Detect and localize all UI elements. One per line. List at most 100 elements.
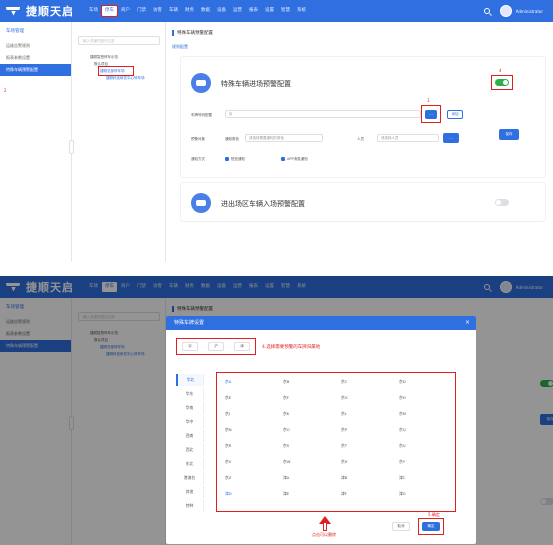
sidebar-item[interactable]: 运维告警规则 bbox=[0, 40, 71, 52]
plate-cell[interactable]: 京J bbox=[225, 411, 230, 417]
person-add-button[interactable]: … bbox=[443, 133, 459, 143]
plate-cell[interactable]: 京V bbox=[225, 459, 231, 465]
app-checkbox[interactable]: APP消息通知 bbox=[281, 157, 308, 162]
plate-cell[interactable]: 京L bbox=[341, 411, 347, 417]
plate-label: 车牌号码配置 bbox=[191, 113, 212, 117]
nav-item[interactable]: 商户 bbox=[118, 6, 133, 16]
nav-item[interactable]: 访客 bbox=[150, 6, 165, 16]
plate-cell[interactable]: 京G bbox=[341, 395, 348, 401]
main-content: 特殊车辆预警配置 规则配置 特殊车辆进场预警配置 4 车牌号码配置 京 … 3 … bbox=[166, 22, 553, 262]
highlight-box bbox=[418, 518, 444, 535]
save-button[interactable]: 保存 bbox=[499, 129, 519, 140]
nav-item[interactable]: 车辆 bbox=[166, 6, 181, 16]
nav-item[interactable]: 车场 bbox=[86, 6, 101, 16]
plate-cell[interactable]: 津E bbox=[283, 491, 289, 497]
close-icon[interactable]: × bbox=[465, 316, 470, 330]
avatar[interactable] bbox=[499, 5, 512, 17]
nav-item[interactable]: 系统 bbox=[294, 6, 309, 16]
step-mark: 3 bbox=[427, 98, 430, 103]
nav-item[interactable]: 设置 bbox=[262, 6, 277, 16]
role-label: 通知角色 bbox=[225, 137, 239, 141]
tab-rules[interactable]: 规则配置 bbox=[172, 44, 188, 50]
region-tab[interactable]: 华中 bbox=[176, 416, 204, 428]
plate-cell[interactable]: 京A bbox=[225, 379, 231, 385]
plate-cell[interactable]: 京W bbox=[283, 459, 291, 465]
highlight-box bbox=[98, 66, 134, 76]
plate-cell[interactable]: 京R bbox=[225, 443, 231, 449]
cancel-button[interactable]: 取消 bbox=[392, 522, 410, 531]
plate-cell[interactable]: 津D bbox=[225, 491, 232, 497]
tree-search-input[interactable]: 输入关键词进行过滤 bbox=[78, 36, 160, 45]
sidebar-item-active[interactable]: 特殊车辆预警配置 bbox=[0, 64, 71, 76]
selected-plate-chip[interactable]: 津 bbox=[234, 342, 250, 351]
nav-item[interactable]: 数据 bbox=[198, 6, 213, 16]
step-mark: 2 bbox=[4, 88, 7, 93]
plate-cell[interactable]: 京S bbox=[283, 443, 289, 449]
collapse-handle[interactable] bbox=[69, 140, 74, 154]
nav-item[interactable]: 设备 bbox=[214, 6, 229, 16]
username[interactable]: Administrator bbox=[516, 9, 543, 14]
card-restricted-area: 进出场区车辆入场预警配置 bbox=[180, 182, 546, 222]
plate-cell[interactable]: 京U bbox=[399, 443, 406, 449]
plate-cell[interactable]: 京O bbox=[283, 427, 290, 433]
sidebar-item[interactable]: 报表参数设置 bbox=[0, 52, 71, 64]
plate-cell[interactable]: 京P bbox=[341, 427, 347, 433]
plate-cell[interactable]: 京Q bbox=[399, 427, 406, 433]
enable-toggle[interactable] bbox=[495, 199, 509, 206]
plate-cell[interactable]: 京M bbox=[399, 411, 406, 417]
plate-modal: 特殊车牌设置 × 京 沪 津 4.选择需要预警的车牌归属地 华北 华东 华南 华… bbox=[166, 316, 476, 544]
plate-cell[interactable]: 京F bbox=[283, 395, 289, 401]
plate-cell[interactable]: 津C bbox=[399, 475, 405, 481]
plate-input[interactable]: 京 bbox=[225, 110, 421, 118]
plate-cell[interactable]: 津A bbox=[283, 475, 289, 481]
region-tab[interactable]: 港澳台 bbox=[176, 472, 204, 484]
nav-item-active[interactable]: 停车 bbox=[101, 5, 118, 17]
region-tab[interactable]: 华北 bbox=[176, 374, 204, 386]
nav-item[interactable]: 财务 bbox=[182, 6, 197, 16]
screenshot-plate-modal: 捷顺天启 车场 停车 商户 门禁 访客 车辆 财务 数据 设备 运营 报表 设置… bbox=[0, 276, 553, 545]
plate-cell[interactable]: 京Y bbox=[399, 459, 405, 465]
search-icon[interactable] bbox=[483, 8, 490, 14]
region-tab[interactable]: 西北 bbox=[176, 444, 204, 456]
nav-item[interactable]: 门禁 bbox=[134, 6, 149, 16]
sidebar: 车场管理 运维告警规则 报表参数设置 特殊车辆预警配置 2 bbox=[0, 22, 72, 262]
plate-cell[interactable]: 京K bbox=[283, 411, 289, 417]
plate-cell[interactable]: 京X bbox=[341, 459, 347, 465]
person-select[interactable]: 请选择人员 bbox=[377, 134, 439, 142]
tree-panel: 输入关键词进行过滤 捷顺智慧停车示范 默认项目 捷顺总部停车场 捷顺科技研发中心… bbox=[69, 22, 166, 262]
sidebar-title[interactable]: 车场管理 bbox=[0, 22, 71, 40]
tree-node[interactable]: 捷顺科技研发中心停车场 bbox=[106, 76, 145, 81]
plate-cell[interactable]: 京H bbox=[399, 395, 406, 401]
logo-icon bbox=[6, 6, 22, 16]
plate-cell[interactable]: 京D bbox=[399, 379, 406, 385]
nav-item[interactable]: 运营 bbox=[230, 6, 245, 16]
selected-plate-chip[interactable]: 沪 bbox=[208, 342, 224, 351]
nav-item[interactable]: 智慧 bbox=[278, 6, 293, 16]
region-tab[interactable]: 东北 bbox=[176, 458, 204, 470]
top-nav: 车场 停车 商户 门禁 访客 车辆 财务 数据 设备 运营 报表 设置 智慧 系… bbox=[86, 5, 310, 17]
role-select[interactable]: 请选择需要通知的角色 bbox=[245, 134, 323, 142]
notify-label: 预警对象 bbox=[191, 137, 205, 141]
region-tab[interactable]: 特种 bbox=[176, 500, 204, 512]
nav-item[interactable]: 报表 bbox=[246, 6, 261, 16]
checkbox-icon bbox=[281, 157, 285, 161]
plate-cell[interactable]: 津B bbox=[341, 475, 347, 481]
plate-cell[interactable]: 津F bbox=[341, 491, 347, 497]
region-tab[interactable]: 西南 bbox=[176, 430, 204, 442]
sms-label: 短信通知 bbox=[231, 157, 245, 161]
arrow-stem bbox=[323, 523, 327, 531]
plate-add-button[interactable]: 添加 bbox=[447, 110, 463, 119]
region-tab[interactable]: 其他 bbox=[176, 486, 204, 498]
plate-cell[interactable]: 京E bbox=[225, 395, 231, 401]
region-tab[interactable]: 华南 bbox=[176, 402, 204, 414]
plate-cell[interactable]: 京C bbox=[341, 379, 347, 385]
plate-cell[interactable]: 京T bbox=[341, 443, 347, 449]
sms-checkbox[interactable]: 短信通知 bbox=[225, 157, 245, 162]
selected-plate-chip[interactable]: 京 bbox=[182, 342, 198, 351]
plate-cell[interactable]: 京N bbox=[225, 427, 232, 433]
plate-cell[interactable]: 京Z bbox=[225, 475, 231, 481]
region-tab[interactable]: 华东 bbox=[176, 388, 204, 400]
plate-cell[interactable]: 津G bbox=[399, 491, 406, 497]
tree-node[interactable]: 捷顺智慧停车示范 bbox=[90, 55, 118, 60]
plate-cell[interactable]: 京B bbox=[283, 379, 289, 385]
